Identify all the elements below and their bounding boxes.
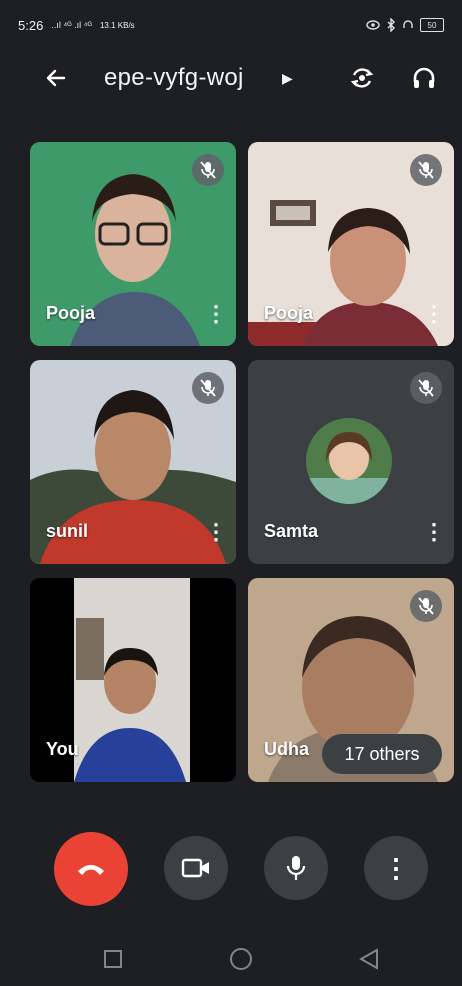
bluetooth-icon <box>387 18 395 32</box>
mute-indicator <box>192 372 224 404</box>
participant-name: You <box>46 739 79 759</box>
more-vert-icon: ⋮ <box>383 852 409 883</box>
headset-status-icon <box>403 20 413 28</box>
network-speed: 13.1 KB/s <box>99 20 135 30</box>
caret-right-icon[interactable]: ▶ <box>282 70 293 87</box>
meeting-code[interactable]: epe-vyfg-woj <box>104 64 244 92</box>
more-options-button[interactable]: ⋮ <box>205 300 227 328</box>
audio-output-button[interactable] <box>406 60 442 96</box>
mute-indicator <box>410 372 442 404</box>
status-right: 50 <box>366 18 444 32</box>
system-nav-bar <box>0 930 462 986</box>
battery-indicator: 50 <box>420 18 444 32</box>
mute-indicator <box>192 154 224 186</box>
camera-icon <box>181 858 209 878</box>
participant-tile[interactable]: Pooja ⋮ <box>248 142 454 346</box>
end-call-icon <box>78 865 104 875</box>
mic-off-icon <box>418 379 434 397</box>
home-button[interactable] <box>226 944 256 974</box>
mic-off-icon <box>418 161 434 179</box>
call-controls: ⋮ <box>0 832 462 906</box>
switch-camera-button[interactable] <box>344 60 380 96</box>
status-bar: 5:26 ..ıl ⁴ᴳ .ıl ⁴ᴳ 13.1 KB/s 50 <box>0 0 462 50</box>
recent-apps-button[interactable] <box>98 944 128 974</box>
participant-tile[interactable]: Samta ⋮ <box>248 360 454 564</box>
participant-name: Samta <box>264 521 319 541</box>
status-left: 5:26 ..ıl ⁴ᴳ .ıl ⁴ᴳ 13.1 KB/s <box>18 18 135 33</box>
more-vert-icon: ⋮ <box>423 301 445 326</box>
headphones-icon <box>413 67 435 88</box>
mic-off-icon <box>200 161 216 179</box>
avatar-photo <box>306 418 392 504</box>
participant-tile[interactable]: sunil ⋮ <box>30 360 236 564</box>
participant-name: Pooja <box>46 303 96 323</box>
back-arrow-icon <box>46 69 66 87</box>
battery-level: 50 <box>427 20 437 30</box>
more-actions-button[interactable]: ⋮ <box>364 836 428 900</box>
meeting-header: epe-vyfg-woj ▶ <box>0 50 462 106</box>
avatar <box>306 418 392 504</box>
mute-indicator <box>410 590 442 622</box>
back-button[interactable] <box>38 60 74 96</box>
self-view-tile[interactable]: You <box>30 578 236 782</box>
nav-recent-icon <box>104 950 122 968</box>
mic-off-icon <box>418 597 434 615</box>
more-options-button[interactable]: ⋮ <box>423 300 445 328</box>
participant-name: Udha <box>264 739 309 759</box>
more-vert-icon: ⋮ <box>423 519 445 544</box>
eye-icon <box>366 20 380 30</box>
more-options-button[interactable]: ⋮ <box>423 518 445 546</box>
mic-toggle-button[interactable] <box>264 836 328 900</box>
participant-name: Pooja <box>264 303 314 323</box>
more-vert-icon: ⋮ <box>205 301 227 326</box>
mute-indicator <box>410 154 442 186</box>
status-time: 5:26 <box>18 17 44 33</box>
participant-name: sunil <box>46 521 89 541</box>
mic-icon <box>286 856 306 880</box>
others-count-badge[interactable]: 17 others <box>322 734 442 774</box>
more-options-button[interactable]: ⋮ <box>205 518 227 546</box>
more-vert-icon: ⋮ <box>205 519 227 544</box>
switch-camera-icon <box>350 68 374 88</box>
end-call-button[interactable] <box>54 832 128 906</box>
back-nav-button[interactable] <box>354 944 384 974</box>
nav-back-icon <box>359 948 378 970</box>
participant-tile[interactable]: Pooja ⋮ <box>30 142 236 346</box>
mic-off-icon <box>200 379 216 397</box>
nav-home-icon <box>230 948 252 970</box>
camera-toggle-button[interactable] <box>164 836 228 900</box>
signal-indicator: ..ıl ⁴ᴳ .ıl ⁴ᴳ <box>51 20 92 30</box>
